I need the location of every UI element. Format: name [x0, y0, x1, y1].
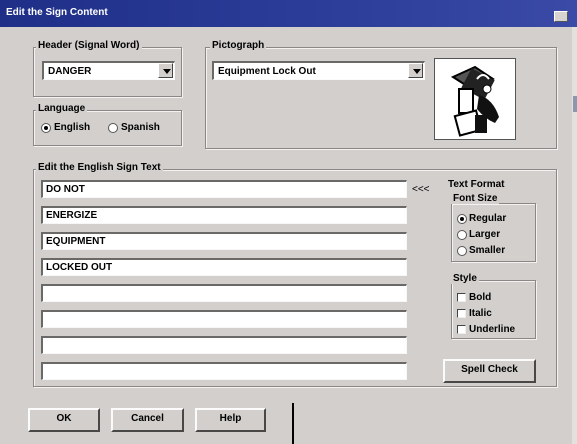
header-signal-word-select[interactable]: DANGER — [42, 61, 175, 80]
radio-english-label: English — [54, 122, 91, 133]
sign-text-line-6[interactable] — [41, 310, 407, 328]
sign-text-line-2[interactable]: ENERGIZE — [41, 206, 407, 224]
pictograph-preview — [434, 58, 516, 140]
pictograph-group-label: Pictograph — [210, 40, 267, 51]
sign-text-line-1-value: DO NOT — [46, 184, 85, 195]
sign-text-line-5[interactable] — [41, 284, 407, 302]
header-select-value: DANGER — [48, 66, 92, 77]
sign-text-line-4-value: LOCKED OUT — [46, 262, 113, 273]
scrollbar-thumb[interactable] — [573, 96, 577, 112]
font-size-label: Font Size — [451, 193, 500, 204]
checkbox-italic[interactable] — [457, 309, 466, 318]
cancel-button[interactable]: Cancel — [111, 408, 184, 432]
pictograph-select[interactable]: Equipment Lock Out — [212, 61, 425, 80]
window-title: Edit the Sign Content — [6, 7, 108, 18]
language-group-label: Language — [36, 103, 88, 114]
checkbox-bold-label: Bold — [469, 292, 492, 303]
checkbox-italic-label: Italic — [469, 308, 492, 319]
radio-font-larger[interactable] — [457, 230, 467, 240]
cancel-button-label: Cancel — [131, 413, 164, 424]
radio-font-smaller-label: Smaller — [469, 245, 506, 256]
radio-font-regular[interactable] — [457, 214, 467, 224]
spell-check-button[interactable]: Spell Check — [443, 359, 536, 383]
sign-text-line-7[interactable] — [41, 336, 407, 354]
chevron-down-icon — [163, 69, 171, 74]
pictograph-dropdown-button[interactable] — [408, 63, 423, 78]
sign-text-line-1[interactable]: DO NOT — [41, 180, 407, 198]
sign-text-line-4[interactable]: LOCKED OUT — [41, 258, 407, 276]
lockout-hand-padlock-icon — [450, 65, 499, 137]
checkbox-underline[interactable] — [457, 325, 466, 334]
sign-text-line-8[interactable] — [41, 362, 407, 380]
sign-text-line-2-value: ENERGIZE — [46, 210, 98, 221]
spell-check-button-label: Spell Check — [461, 364, 518, 375]
radio-english[interactable] — [41, 123, 51, 133]
ok-button[interactable]: OK — [28, 408, 100, 432]
style-label: Style — [451, 273, 479, 284]
help-button[interactable]: Help — [195, 408, 266, 432]
checkbox-underline-label: Underline — [469, 324, 516, 335]
header-dropdown-button[interactable] — [158, 63, 173, 78]
radio-font-larger-label: Larger — [469, 229, 501, 240]
text-format-title: Text Format — [448, 179, 505, 190]
text-cursor-line — [292, 403, 294, 444]
chevron-down-icon — [413, 69, 421, 74]
radio-spanish[interactable] — [108, 123, 118, 133]
header-group-label: Header (Signal Word) — [36, 40, 142, 51]
radio-font-regular-label: Regular — [469, 213, 507, 224]
ok-button-label: OK — [56, 413, 72, 424]
radio-font-smaller[interactable] — [457, 246, 467, 256]
window-close-button[interactable] — [554, 11, 568, 22]
sign-text-line-3[interactable]: EQUIPMENT — [41, 232, 407, 250]
sign-text-line-3-value: EQUIPMENT — [46, 236, 106, 247]
window-edge — [572, 27, 577, 444]
sign-text-group-label: Edit the English Sign Text — [36, 162, 163, 173]
help-button-label: Help — [219, 413, 242, 424]
checkbox-bold[interactable] — [457, 293, 466, 302]
active-line-marker: <<< — [412, 184, 430, 195]
pictograph-select-value: Equipment Lock Out — [218, 66, 316, 77]
radio-spanish-label: Spanish — [121, 122, 160, 133]
